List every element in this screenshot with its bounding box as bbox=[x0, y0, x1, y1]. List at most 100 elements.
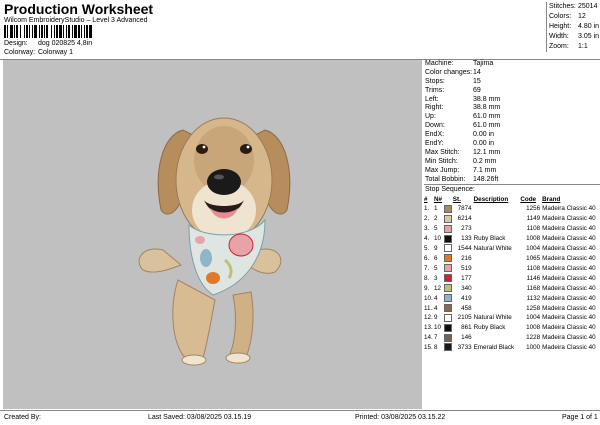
stop-sequence-row: 4. 10 133 Ruby Black 1008 Madeira Classic 40 bbox=[424, 234, 600, 244]
footer: Created By: Last Saved: 03/08/2025 03.15… bbox=[0, 410, 600, 425]
row-stitches: 419 bbox=[461, 294, 472, 302]
param-row: Total Bobbin: 148.26ft bbox=[424, 176, 600, 185]
row-needle: 6 bbox=[433, 255, 438, 262]
footer-page: Page 1 of 1 bbox=[562, 414, 598, 421]
row-swatch bbox=[443, 234, 453, 244]
row-code: 1008 bbox=[526, 235, 541, 243]
row-description bbox=[474, 284, 521, 294]
color-swatch bbox=[443, 333, 452, 342]
row-description bbox=[474, 204, 521, 214]
color-swatch bbox=[443, 313, 452, 322]
row-needle: 10 bbox=[433, 235, 441, 243]
stop-sequence-row: 5. 9 1544 Natural White 1004 Madeira Classic … bbox=[424, 244, 600, 254]
row-needle: 3 bbox=[433, 274, 438, 282]
info-panel: Machine: Tajima Color changes:14 Stops: 15 Tr… bbox=[424, 60, 600, 409]
param-row: Max Jump: 7.1 mm bbox=[424, 167, 600, 176]
stop-sequence-row: 3. 5 273 1108 Madeira Classic 40 bbox=[424, 224, 600, 234]
col-header-index: # bbox=[424, 196, 428, 204]
row-needle: 10 bbox=[433, 324, 441, 332]
col-header-needle: N# bbox=[433, 196, 442, 204]
row-index: 4. bbox=[424, 235, 430, 243]
row-brand: Madeira Classic 40 bbox=[542, 205, 596, 213]
row-needle: 4 bbox=[433, 304, 438, 312]
color-swatch bbox=[443, 264, 452, 273]
param-value: 0.00 in bbox=[473, 140, 495, 148]
color-swatch bbox=[443, 293, 452, 302]
design-label: Design: bbox=[4, 40, 28, 47]
param-label: Color changes: bbox=[425, 68, 473, 76]
row-brand: Madeira Classic 40 bbox=[542, 245, 596, 253]
row-stitches: 6214 bbox=[457, 215, 472, 223]
row-needle: 4 bbox=[433, 294, 438, 302]
row-index: 1. bbox=[424, 205, 430, 213]
param-row: Up: 61.0 mm bbox=[424, 113, 600, 122]
row-stitches: 273 bbox=[461, 225, 472, 233]
row-brand: Madeira Classic 40 bbox=[542, 215, 596, 223]
param-value: 61.0 mm bbox=[473, 122, 501, 130]
row-description bbox=[474, 254, 521, 264]
row-brand: Madeira Classic 40 bbox=[542, 235, 596, 243]
row-swatch bbox=[443, 254, 453, 264]
row-description bbox=[474, 214, 521, 224]
row-stitches: 1544 bbox=[457, 245, 472, 253]
design-preview[interactable] bbox=[3, 60, 422, 409]
row-swatch bbox=[443, 224, 453, 234]
param-row: Trims: 69 bbox=[424, 87, 600, 96]
row-stitches: 2105 bbox=[457, 314, 472, 322]
row-swatch bbox=[443, 333, 453, 343]
stop-sequence-row: 15. 8 3733 Emerald Black 1000 Madeira Classic… bbox=[424, 343, 600, 353]
color-swatch bbox=[443, 214, 452, 223]
param-row: Down: 61.0 mm bbox=[424, 122, 600, 131]
stop-sequence-header: # N# St. Description Code Brand bbox=[424, 195, 600, 204]
param-value: 61.0 mm bbox=[473, 113, 501, 121]
row-brand: Madeira Classic 40 bbox=[542, 225, 596, 233]
row-swatch bbox=[443, 264, 453, 274]
color-swatch bbox=[443, 274, 452, 283]
color-swatch bbox=[443, 303, 452, 312]
worksheet-title: Production Worksheet bbox=[4, 1, 154, 17]
row-needle: 12 bbox=[433, 284, 441, 292]
param-value: 15 bbox=[473, 77, 481, 85]
row-needle: 2 bbox=[433, 215, 438, 223]
row-brand: Madeira Classic 40 bbox=[542, 274, 596, 282]
stat-colors: Colors: 12 bbox=[549, 13, 586, 20]
row-description bbox=[474, 304, 521, 314]
color-swatch bbox=[443, 204, 452, 213]
row-swatch bbox=[443, 274, 453, 284]
row-stitches: 861 bbox=[461, 324, 472, 332]
param-label: Machine: bbox=[425, 60, 454, 67]
param-label: EndY: bbox=[425, 140, 444, 148]
param-value: 38.8 mm bbox=[473, 95, 501, 103]
stop-sequence-row: 12. 9 2105 Natural White 1004 Madeira Classic… bbox=[424, 313, 600, 323]
row-swatch bbox=[443, 323, 453, 333]
col-header-brand: Brand bbox=[542, 196, 561, 204]
col-header-description: Description bbox=[473, 196, 509, 204]
param-row: Left: 38.8 mm bbox=[424, 96, 600, 105]
param-value: 12.1 mm bbox=[473, 148, 501, 156]
color-swatch bbox=[443, 323, 452, 332]
row-code: 1256 bbox=[526, 205, 541, 213]
row-index: 11. bbox=[424, 304, 433, 312]
param-label: Down: bbox=[425, 122, 445, 130]
row-swatch bbox=[443, 313, 453, 323]
param-value: 148.26ft bbox=[473, 175, 499, 183]
row-brand: Madeira Classic 40 bbox=[542, 294, 596, 302]
param-label: Up: bbox=[425, 113, 436, 121]
dog-embroidery-image bbox=[138, 117, 291, 366]
stat-width: Width: 3.05 in bbox=[549, 33, 600, 40]
param-value: 7.1 mm bbox=[473, 166, 497, 174]
row-code: 1258 bbox=[526, 304, 541, 312]
row-description bbox=[474, 294, 521, 304]
row-index: 13. bbox=[424, 324, 433, 332]
param-label: Right: bbox=[425, 104, 444, 112]
row-index: 3. bbox=[424, 225, 430, 233]
row-brand: Madeira Classic 40 bbox=[542, 324, 596, 332]
colorway-value: Colorway 1 bbox=[38, 49, 74, 56]
row-index: 14. bbox=[424, 334, 433, 342]
stat-height: Height: 4.80 in bbox=[549, 23, 600, 30]
footer-last-saved: Last Saved: 03/08/2025 03.15.19 bbox=[148, 414, 252, 421]
row-stitches: 7874 bbox=[457, 205, 472, 213]
barcode bbox=[4, 25, 130, 38]
color-swatch bbox=[443, 234, 452, 243]
row-code: 1004 bbox=[526, 314, 541, 322]
